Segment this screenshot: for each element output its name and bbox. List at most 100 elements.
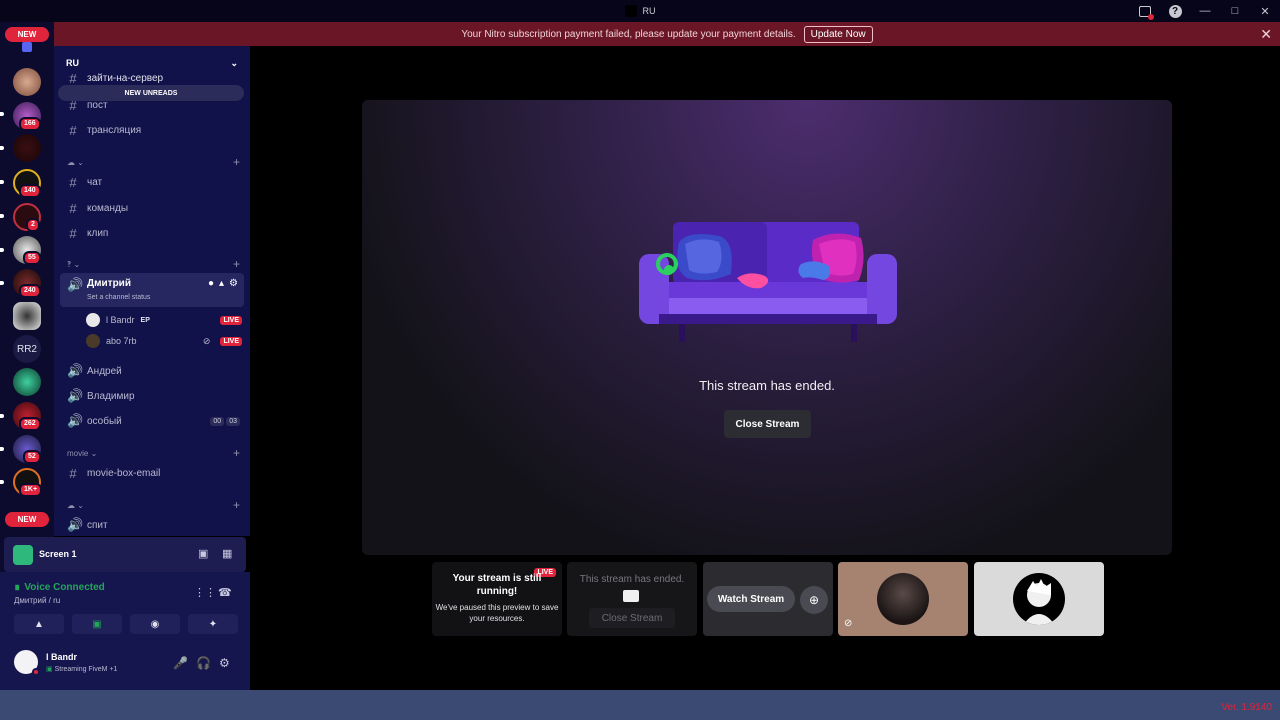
taskbar: Ver. 1.9140 xyxy=(0,690,1280,720)
inbox-button[interactable] xyxy=(1130,0,1160,22)
channel-status[interactable]: Set a channel status xyxy=(87,294,150,301)
activity-button[interactable]: ◉ xyxy=(130,614,180,634)
close-stream-button[interactable]: Close Stream xyxy=(724,410,811,438)
screen-thumbnail xyxy=(13,545,33,565)
username[interactable]: l Bandr xyxy=(46,652,77,662)
new-badge-top[interactable]: NEW xyxy=(5,27,49,42)
stream-settings-icon[interactable]: ▦ xyxy=(222,547,232,560)
close-window-button[interactable]: ✕ xyxy=(1250,0,1280,22)
category-icon: ‽ ⌄ xyxy=(67,259,81,269)
server-icon[interactable] xyxy=(13,134,41,162)
channel-movie-box-email[interactable]: # movie-box-email xyxy=(60,462,244,484)
ended-stream-tile[interactable]: This stream has ended. Close Stream xyxy=(567,562,697,636)
noise-suppression-icon[interactable]: ⋮⋮ xyxy=(194,586,216,599)
notice-close-icon[interactable]: ✕ xyxy=(1260,26,1272,43)
add-channel-icon[interactable]: + xyxy=(233,498,240,512)
headphones-icon[interactable]: 🎧 xyxy=(196,656,211,670)
participant-tile[interactable] xyxy=(974,562,1104,636)
nitro-notice-bar: Your Nitro subscription payment failed, … xyxy=(54,22,1280,46)
avatar xyxy=(1013,573,1065,625)
hash-icon: # xyxy=(69,122,77,138)
disconnect-icon[interactable]: ☎ xyxy=(218,586,232,599)
popout-icon[interactable]: ⊕ xyxy=(800,586,828,614)
user-limit: 03 xyxy=(226,416,240,426)
notice-message: Your Nitro subscription payment failed, … xyxy=(461,28,796,40)
voice-channel-andrey[interactable]: 🔊 Андрей xyxy=(60,360,244,382)
participant-tile[interactable]: ⊘ xyxy=(838,562,968,636)
category-header[interactable]: ‽ ⌄ + xyxy=(60,256,244,272)
voice-status[interactable]: ∎ Voice Connected xyxy=(14,582,105,593)
server-icon-partial[interactable] xyxy=(22,42,32,52)
screen-label: Screen 1 xyxy=(39,549,77,559)
live-badge: LIVE xyxy=(220,315,242,325)
category-movie[interactable]: movie ⌄ + xyxy=(60,445,244,461)
category-header[interactable]: ☁ ⌄ + xyxy=(60,154,244,170)
hash-icon: # xyxy=(69,174,77,190)
couch-illustration xyxy=(639,222,897,342)
speaker-icon: 🔊 xyxy=(67,363,84,378)
screen-share-panel[interactable]: Screen 1 ▣ ▦ xyxy=(4,537,246,572)
voice-channel-spit[interactable]: 🔊 спит xyxy=(60,514,244,536)
channel-chat[interactable]: # чат xyxy=(60,171,244,193)
category-icon: ☁ ⌄ xyxy=(67,157,84,167)
channel-klip[interactable]: # клип xyxy=(60,222,244,244)
user-tag: EP xyxy=(140,316,150,324)
live-badge: LIVE xyxy=(220,336,242,346)
close-stream-tile-button[interactable]: Close Stream xyxy=(589,608,675,628)
help-icon: ? xyxy=(1168,4,1182,18)
camera-off-icon: ▲ xyxy=(34,618,44,630)
category-header[interactable]: ☁ ⌄ + xyxy=(60,497,244,513)
voice-connection-panel: ∎ Voice Connected Дмитрий / ru ⋮⋮ ☎ ▲ ▣ … xyxy=(0,572,250,690)
mention-badge: 240 xyxy=(19,284,41,298)
speaker-icon: 🔊 xyxy=(67,413,84,428)
camera-button[interactable]: ▲ xyxy=(14,614,64,634)
server-icon[interactable] xyxy=(13,368,41,396)
microphone-icon[interactable]: 🎤 xyxy=(173,656,188,670)
server-icon[interactable] xyxy=(13,302,41,330)
new-badge-bottom[interactable]: NEW xyxy=(5,512,49,527)
gear-icon[interactable]: ⚙ xyxy=(219,656,230,670)
hash-icon: # xyxy=(69,70,77,86)
hash-icon: # xyxy=(69,200,77,216)
hash-icon: # xyxy=(69,97,77,113)
channel-translyatsiya[interactable]: # трансляция xyxy=(60,119,244,141)
update-now-button[interactable]: Update Now xyxy=(803,25,873,43)
voice-user[interactable]: l Bandr EP LIVE xyxy=(86,311,242,329)
invite-icon[interactable]: ▴ xyxy=(219,278,224,289)
add-channel-icon[interactable]: + xyxy=(233,155,240,169)
gear-icon[interactable]: ⚙ xyxy=(229,278,238,289)
avatar-art xyxy=(1023,579,1055,625)
help-button[interactable]: ? xyxy=(1160,0,1190,22)
avatar xyxy=(86,313,100,327)
mention-badge: 166 xyxy=(19,117,41,131)
hash-icon: # xyxy=(69,465,77,481)
speaker-icon: 🔊 xyxy=(67,277,84,292)
screen-share-button[interactable]: ▣ xyxy=(72,614,122,634)
channel-sidebar: RU ⌄ # зайти-на-сервер NEW UNREADS # пос… xyxy=(54,46,250,536)
stop-stream-icon[interactable]: ▣ xyxy=(198,547,208,560)
server-icon-rr2[interactable]: RR2 xyxy=(13,335,41,363)
voice-location[interactable]: Дмитрий / ru xyxy=(14,596,60,605)
voice-channel-vladimir[interactable]: 🔊 Владимир xyxy=(60,385,244,407)
window-title: RU xyxy=(624,5,656,17)
voice-user[interactable]: abo 7rb ⊘ LIVE xyxy=(86,332,242,350)
watch-stream-button[interactable]: Watch Stream xyxy=(707,586,795,612)
channel-komandy[interactable]: # команды xyxy=(60,197,244,219)
channel-partial[interactable]: # зайти-на-сервер xyxy=(60,70,244,86)
voice-channel-osobiy[interactable]: 🔊 особый 00 03 xyxy=(60,410,244,432)
chat-icon[interactable]: ● xyxy=(208,278,214,289)
own-stream-tile[interactable]: LIVE Your stream is still running! We've… xyxy=(432,562,562,636)
server-icon[interactable] xyxy=(13,68,41,96)
add-channel-icon[interactable]: + xyxy=(233,446,240,460)
title-bar: RU ? — □ ✕ xyxy=(0,0,1280,22)
maximize-button[interactable]: □ xyxy=(1220,0,1250,22)
soundboard-button[interactable]: ✦ xyxy=(188,614,238,634)
channel-post[interactable]: # пост xyxy=(60,94,244,116)
muted-icon: ⊘ xyxy=(202,335,211,346)
gamepad-icon: ◉ xyxy=(150,618,160,630)
window-title-text: RU xyxy=(642,6,656,16)
add-channel-icon[interactable]: + xyxy=(233,257,240,271)
minimize-button[interactable]: — xyxy=(1190,0,1220,22)
version-label: Ver. 1.9140 xyxy=(1221,702,1272,713)
voice-channel-active[interactable]: 🔊 Дмитрий Set a channel status ● ▴ ⚙ xyxy=(60,273,244,307)
